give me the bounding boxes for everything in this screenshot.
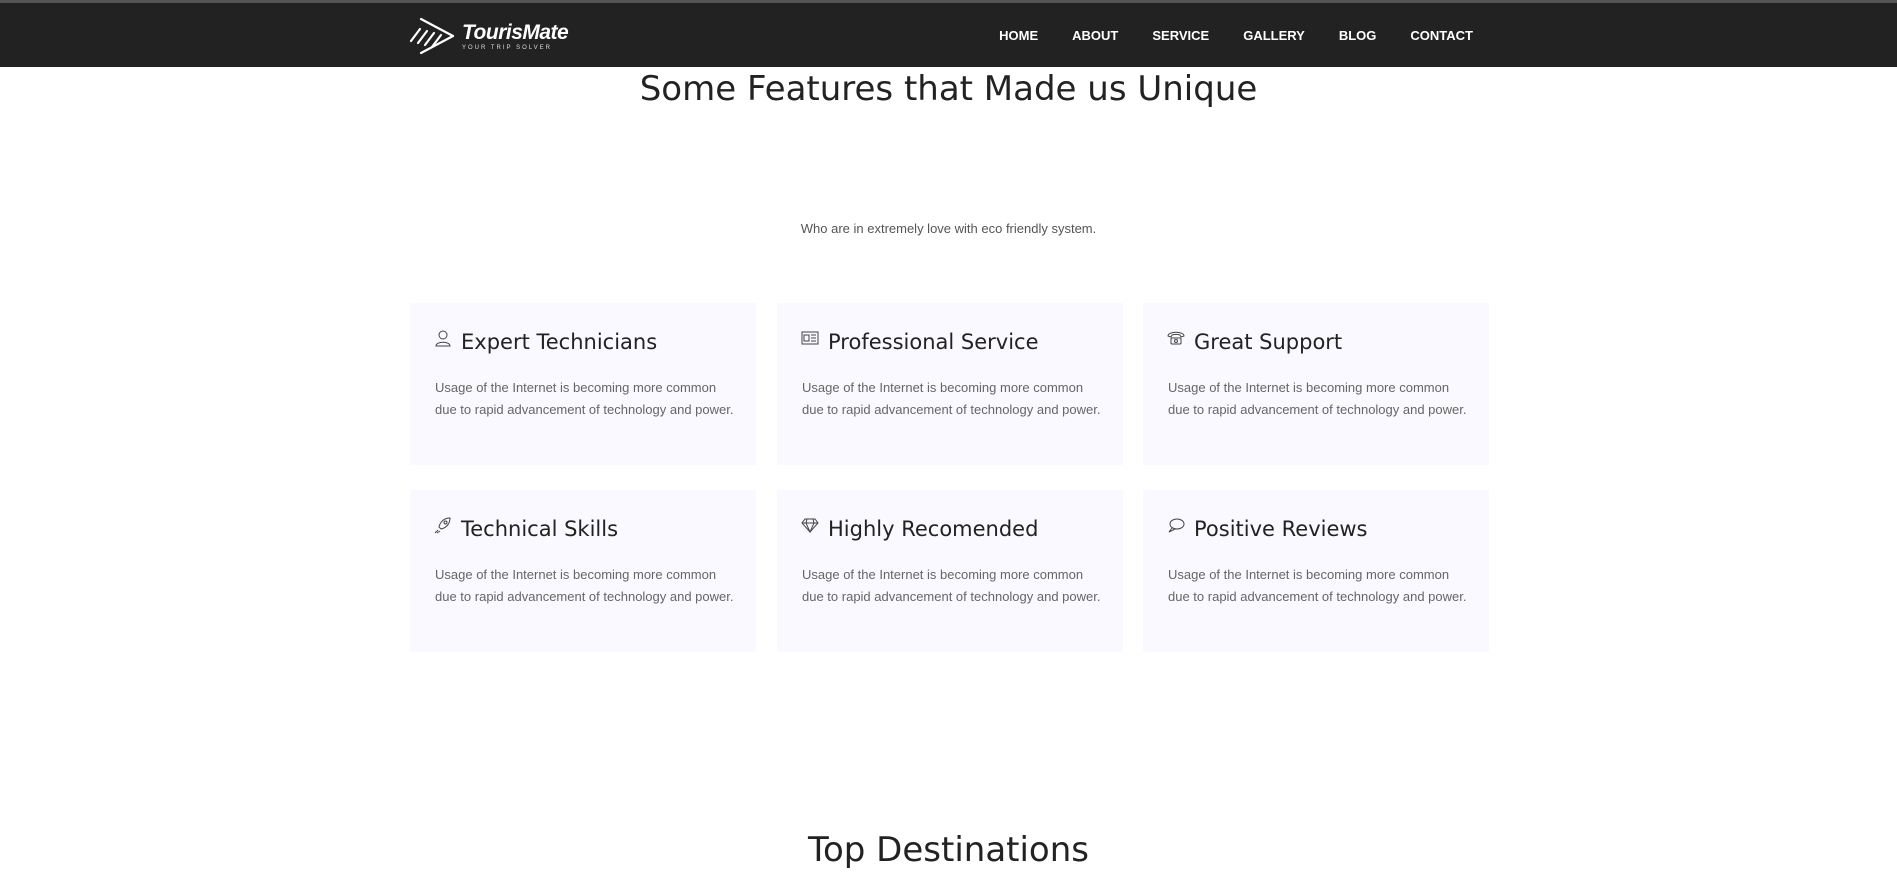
nav-about[interactable]: ABOUT <box>1072 28 1118 43</box>
features-subtitle: Who are in extremely love with eco frien… <box>800 221 1097 236</box>
nav-service[interactable]: SERVICE <box>1152 28 1209 43</box>
diamond-icon <box>801 518 819 534</box>
nav-gallery[interactable]: GALLERY <box>1243 28 1305 43</box>
feature-text: Usage of the Internet is becoming more c… <box>802 380 1101 417</box>
rocket-icon <box>434 517 451 534</box>
user-icon <box>435 330 451 347</box>
feature-title: Highly Recomended <box>828 517 1039 541</box>
brand-name: TourisMate <box>462 20 569 44</box>
nav-home[interactable]: HOME <box>999 28 1038 43</box>
feature-text: Usage of the Internet is becoming more c… <box>1168 380 1467 417</box>
brand-logo[interactable]: TourisMate YOUR TRIP SOLVER <box>408 15 569 57</box>
feature-title: Expert Technicians <box>461 330 658 354</box>
feature-text: Usage of the Internet is becoming more c… <box>435 380 734 417</box>
feature-text: Usage of the Internet is becoming more c… <box>435 567 734 604</box>
feature-title: Professional Service <box>828 330 1039 354</box>
feature-card: Professional Service Usage of the Intern… <box>777 303 1123 465</box>
feature-card: Technical Skills Usage of the Internet i… <box>410 490 756 652</box>
feature-card: Highly Recomended Usage of the Internet … <box>777 490 1123 652</box>
license-icon <box>801 331 819 345</box>
bubble-icon <box>1168 518 1185 533</box>
feature-text: Usage of the Internet is becoming more c… <box>802 567 1101 604</box>
nav-contact[interactable]: CONTACT <box>1410 28 1473 43</box>
main-nav: HOME ABOUT SERVICE GALLERY BLOG CONTACT <box>965 3 1473 67</box>
feature-title: Great Support <box>1194 330 1343 354</box>
feature-title: Technical Skills <box>461 517 619 541</box>
nav-blog[interactable]: BLOG <box>1339 28 1377 43</box>
destinations-title: Top Destinations <box>808 830 1089 870</box>
brand-tagline: YOUR TRIP SOLVER <box>462 44 553 51</box>
features-title: Some Features that Made us Unique <box>639 69 1258 109</box>
feature-title: Positive Reviews <box>1194 517 1368 541</box>
logo-icon <box>409 17 455 55</box>
feature-text: Usage of the Internet is becoming more c… <box>1168 567 1467 604</box>
feature-card: Great Support Usage of the Internet is b… <box>1143 303 1489 465</box>
site-header: TourisMate YOUR TRIP SOLVER HOME ABOUT S… <box>0 3 1897 67</box>
feature-card: Positive Reviews Usage of the Internet i… <box>1143 490 1489 652</box>
phone-icon <box>1167 331 1185 345</box>
feature-card: Expert Technicians Usage of the Internet… <box>410 303 756 465</box>
